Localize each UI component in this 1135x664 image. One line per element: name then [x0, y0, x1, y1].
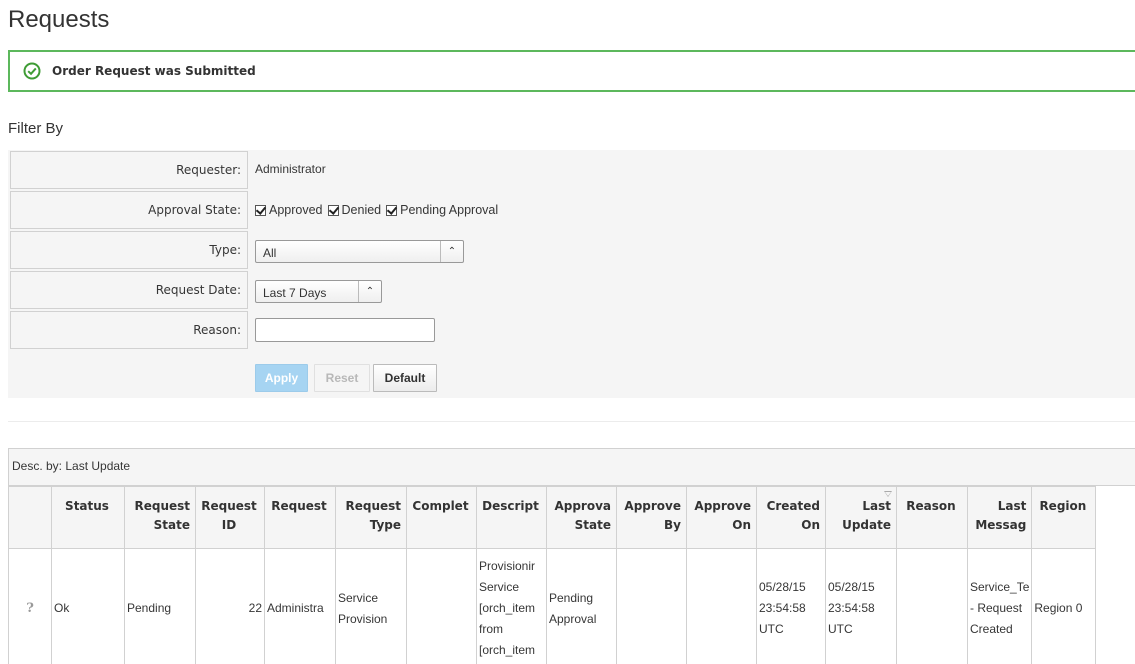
column-header-last-update[interactable]: Last Update	[825, 486, 897, 549]
column-header-description[interactable]: Descript	[476, 486, 547, 549]
apply-button[interactable]: Apply	[255, 364, 308, 392]
sort-descending-icon	[884, 491, 892, 497]
request-date-select[interactable]: Last 7 Days ⌃	[255, 280, 382, 303]
pending-approval-checkbox[interactable]	[386, 204, 398, 216]
reason-label: Reason:	[193, 323, 241, 337]
cell-approved-on	[686, 548, 757, 664]
table-header-row: Status Request State Request ID Request Re…	[8, 486, 1097, 549]
column-header-request-type[interactable]: Request Type	[335, 486, 407, 549]
row-status-icon-cell: ?	[8, 548, 52, 664]
table-row[interactable]: ? Ok Pending 22 Administra Service Provis…	[8, 548, 1097, 664]
column-header-icon[interactable]	[8, 486, 52, 549]
column-header-created-on[interactable]: Created On	[756, 486, 826, 549]
filter-row-type: Type: All ⌃	[8, 230, 1135, 270]
pending-approval-checkbox-label: Pending Approval	[400, 203, 499, 217]
cell-request-state: Pending	[124, 548, 196, 664]
request-date-select-value: Last 7 Days	[263, 286, 327, 300]
cell-created-on: 05/28/15 23:54:58 UTC	[756, 548, 826, 664]
cell-status: Ok	[51, 548, 125, 664]
approval-state-label: Approval State:	[148, 203, 241, 217]
column-header-approved-by[interactable]: Approve By	[616, 486, 687, 549]
column-header-last-message[interactable]: Last Messag	[966, 486, 1033, 549]
cell-request-type: Service Provision	[335, 548, 407, 664]
requests-table: Status Request State Request ID Request Re…	[8, 486, 1097, 664]
filter-row-approval-state: Approval State: Approved Denied Pending …	[8, 190, 1135, 230]
cell-region: Region 0	[1031, 548, 1097, 664]
select-arrows-icon: ⌃	[440, 241, 463, 262]
request-date-label: Request Date:	[155, 283, 241, 297]
cell-last-update: 05/28/15 23:54:58 UTC	[825, 548, 897, 664]
question-icon: ?	[26, 601, 34, 616]
denied-checkbox-label: Denied	[341, 203, 382, 217]
page-title: Requests	[8, 6, 110, 33]
column-header-request-state[interactable]: Request State	[124, 486, 196, 549]
alert-message: Order Request was Submitted	[52, 64, 256, 78]
cell-completed	[406, 548, 477, 664]
filter-row-reason: Reason:	[8, 310, 1135, 350]
reset-button[interactable]: Reset	[314, 364, 370, 392]
cell-approved-by	[616, 548, 687, 664]
requester-label: Requester:	[176, 163, 241, 177]
type-select[interactable]: All ⌃	[255, 240, 464, 263]
cell-request: Administra	[264, 548, 336, 664]
select-arrows-icon: ⌃	[358, 281, 381, 302]
check-circle-icon	[23, 62, 41, 80]
section-divider	[8, 421, 1135, 422]
filter-row-requester: Requester: Administrator	[8, 150, 1135, 190]
approved-checkbox-label: Approved	[269, 203, 323, 217]
column-header-approved-on[interactable]: Approve On	[686, 486, 757, 549]
cell-reason	[896, 548, 968, 664]
column-header-status[interactable]: Status	[51, 486, 125, 549]
cell-approval-state: Pending Approval	[546, 548, 617, 664]
filter-heading: Filter By	[8, 120, 64, 137]
filter-row-request-date: Request Date: Last 7 Days ⌃	[8, 270, 1135, 310]
column-header-approval-state[interactable]: Approva State	[546, 486, 617, 549]
column-header-request[interactable]: Request	[264, 486, 336, 549]
cell-last-message: Service_Te - Request Created	[966, 548, 1033, 664]
requests-page: Requests Order Request was Submitted Fil…	[0, 0, 1135, 664]
type-label: Type:	[209, 243, 241, 257]
approved-checkbox[interactable]	[255, 204, 266, 216]
cell-request-id: 22	[195, 548, 265, 664]
filter-panel: Requester: Administrator Approval State:…	[8, 150, 1135, 398]
column-header-region[interactable]: Region	[1031, 486, 1097, 549]
reason-input[interactable]	[255, 318, 435, 342]
approval-state-options: Approved Denied Pending Approval	[255, 203, 503, 217]
column-header-completed[interactable]: Complet	[406, 486, 477, 549]
column-header-request-id[interactable]: Request ID	[195, 486, 265, 549]
sort-bar: Desc. by: Last Update	[8, 448, 1135, 486]
success-alert: Order Request was Submitted	[8, 50, 1135, 92]
column-header-reason[interactable]: Reason	[896, 486, 968, 549]
type-select-value: All	[263, 246, 277, 260]
sort-text: Desc. by: Last Update	[12, 459, 131, 473]
default-button[interactable]: Default	[373, 364, 437, 392]
requester-value: Administrator	[255, 162, 326, 176]
cell-description: Provisionir Service [orch_item from [orch_it…	[476, 548, 547, 664]
denied-checkbox[interactable]	[327, 204, 339, 216]
